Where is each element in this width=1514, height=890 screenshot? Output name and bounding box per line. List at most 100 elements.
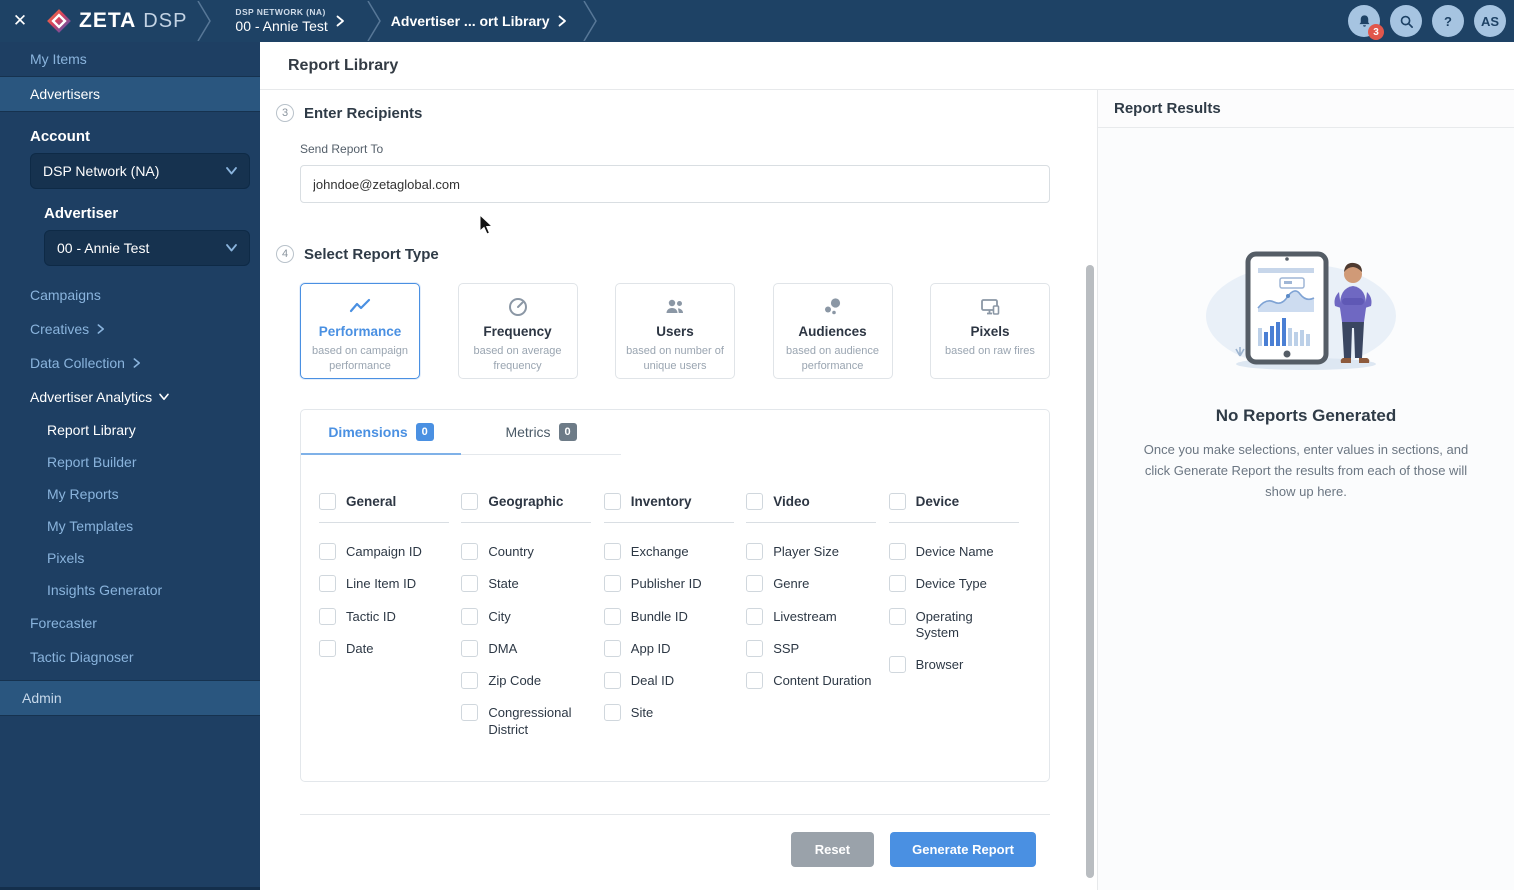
checkbox[interactable]: [746, 493, 764, 510]
search-button[interactable]: [1390, 5, 1422, 37]
checkbox[interactable]: [888, 493, 906, 510]
checkbox[interactable]: [461, 607, 479, 625]
dimension-group-general[interactable]: General: [319, 493, 449, 510]
dimension-option[interactable]: Browser: [888, 656, 1019, 673]
dimension-group-geographic[interactable]: Geographic: [461, 493, 591, 510]
checkbox[interactable]: [603, 543, 621, 560]
checkbox[interactable]: [603, 607, 621, 625]
breadcrumb-report-library[interactable]: Advertiser ... ort Library: [391, 13, 567, 29]
sidebar-item-advertisers[interactable]: Advertisers: [0, 77, 260, 112]
dimension-option[interactable]: Country: [461, 543, 591, 560]
sidebar-item-campaigns[interactable]: Campaigns: [30, 278, 260, 312]
dimension-group-device[interactable]: Device: [888, 493, 1019, 510]
checkbox[interactable]: [319, 575, 336, 593]
dimension-option[interactable]: App ID: [603, 639, 734, 657]
checkbox[interactable]: [603, 704, 621, 722]
avatar[interactable]: AS: [1474, 5, 1506, 37]
checkbox[interactable]: [746, 607, 764, 625]
generate-report-button[interactable]: Generate Report: [890, 831, 1036, 867]
report-type-pixels[interactable]: Pixels based on raw fires: [930, 283, 1050, 379]
checkbox[interactable]: [461, 639, 479, 657]
sidebar-item-pixels[interactable]: Pixels: [47, 542, 260, 574]
report-type-audiences[interactable]: Audiences based on audience performance: [772, 283, 893, 379]
dimension-group-label: Inventory: [630, 494, 692, 509]
checkbox[interactable]: [888, 656, 906, 673]
advertiser-dropdown[interactable]: 00 - Annie Test: [44, 230, 250, 266]
dimension-label: Site: [630, 705, 654, 721]
checkbox[interactable]: [746, 639, 764, 657]
dimension-option[interactable]: Publisher ID: [603, 575, 734, 593]
send-report-to-input[interactable]: [300, 165, 1050, 203]
dimension-option[interactable]: Date: [319, 639, 449, 657]
checkbox[interactable]: [319, 543, 336, 560]
dimension-option[interactable]: Campaign ID: [319, 543, 449, 560]
dimension-group-video[interactable]: Video: [746, 493, 876, 510]
checkbox[interactable]: [603, 672, 621, 689]
dimension-option[interactable]: Operating System: [888, 607, 1019, 642]
checkbox[interactable]: [746, 543, 764, 560]
dimension-option[interactable]: Content Duration: [746, 672, 876, 689]
dimension-option[interactable]: Device Name: [888, 543, 1019, 560]
checkbox[interactable]: [888, 575, 906, 593]
breadcrumb-network[interactable]: DSP NETWORK (NA) 00 - Annie Test: [235, 7, 344, 35]
checkbox[interactable]: [888, 543, 906, 560]
tab-dimensions[interactable]: Dimensions 0: [301, 410, 461, 455]
dimension-option[interactable]: DMA: [461, 639, 591, 657]
sidebar-item-my-templates[interactable]: My Templates: [47, 510, 260, 542]
dimension-option[interactable]: Livestream: [746, 607, 876, 625]
checkbox[interactable]: [319, 639, 336, 657]
dimension-option[interactable]: SSP: [746, 639, 876, 657]
checkbox[interactable]: [746, 575, 764, 593]
checkbox[interactable]: [461, 672, 479, 689]
vertical-scrollbar[interactable]: [1086, 265, 1094, 878]
checkbox[interactable]: [461, 704, 479, 722]
notifications-button[interactable]: 3: [1348, 5, 1384, 40]
dimension-option[interactable]: Exchange: [603, 543, 734, 560]
sidebar-item-my-reports[interactable]: My Reports: [47, 478, 260, 510]
sidebar-item-my-items[interactable]: My Items: [0, 42, 260, 77]
tab-metrics[interactable]: Metrics 0: [461, 410, 621, 455]
checkbox[interactable]: [603, 493, 621, 510]
sidebar-item-report-builder[interactable]: Report Builder: [47, 446, 260, 478]
reset-button[interactable]: Reset: [790, 831, 875, 867]
checkbox[interactable]: [603, 639, 621, 657]
dimension-option[interactable]: Tactic ID: [319, 607, 449, 625]
checkbox[interactable]: [603, 575, 621, 593]
help-button[interactable]: ?: [1432, 5, 1464, 37]
report-type-frequency[interactable]: Frequency based on average frequency: [457, 283, 578, 379]
dimension-option[interactable]: Genre: [746, 575, 876, 593]
sidebar-item-label: Data Collection: [30, 355, 125, 371]
checkbox[interactable]: [461, 543, 479, 560]
dimension-option[interactable]: Congressional District: [461, 704, 591, 738]
sidebar-item-tactic-diagnoser[interactable]: Tactic Diagnoser: [30, 640, 260, 674]
account-dropdown[interactable]: DSP Network (NA): [30, 153, 250, 189]
dimension-option[interactable]: Bundle ID: [603, 607, 734, 625]
checkbox[interactable]: [461, 493, 479, 510]
sidebar-item-admin[interactable]: Admin: [0, 680, 260, 716]
dimension-option[interactable]: Device Type: [888, 575, 1019, 593]
dimension-label: Genre: [773, 576, 810, 592]
checkbox[interactable]: [888, 607, 906, 625]
close-icon[interactable]: ✕: [0, 11, 40, 31]
checkbox[interactable]: [319, 607, 336, 625]
dimension-group-inventory[interactable]: Inventory: [603, 493, 734, 510]
report-type-users[interactable]: Users based on number of unique users: [615, 283, 735, 379]
dimension-option[interactable]: Deal ID: [603, 672, 734, 689]
checkbox[interactable]: [461, 575, 479, 593]
sidebar-item-insights-generator[interactable]: Insights Generator: [47, 574, 260, 606]
empty-state-illustration: [1206, 251, 1396, 370]
dimension-option[interactable]: State: [461, 575, 591, 593]
sidebar-item-advertiser-analytics[interactable]: Advertiser Analytics: [30, 380, 260, 414]
sidebar-item-report-library[interactable]: Report Library: [47, 414, 260, 446]
dimension-option[interactable]: Zip Code: [461, 672, 591, 689]
dimension-option[interactable]: City: [461, 607, 591, 625]
checkbox[interactable]: [319, 493, 336, 510]
sidebar-item-forecaster[interactable]: Forecaster: [30, 606, 260, 640]
sidebar-item-data-collection[interactable]: Data Collection: [30, 346, 260, 380]
dimension-option[interactable]: Player Size: [746, 543, 876, 560]
dimension-option[interactable]: Site: [603, 704, 734, 722]
report-type-performance[interactable]: Performance based on campaign performanc…: [300, 283, 420, 379]
dimension-option[interactable]: Line Item ID: [319, 575, 449, 593]
checkbox[interactable]: [746, 672, 764, 689]
sidebar-item-creatives[interactable]: Creatives: [30, 312, 260, 346]
